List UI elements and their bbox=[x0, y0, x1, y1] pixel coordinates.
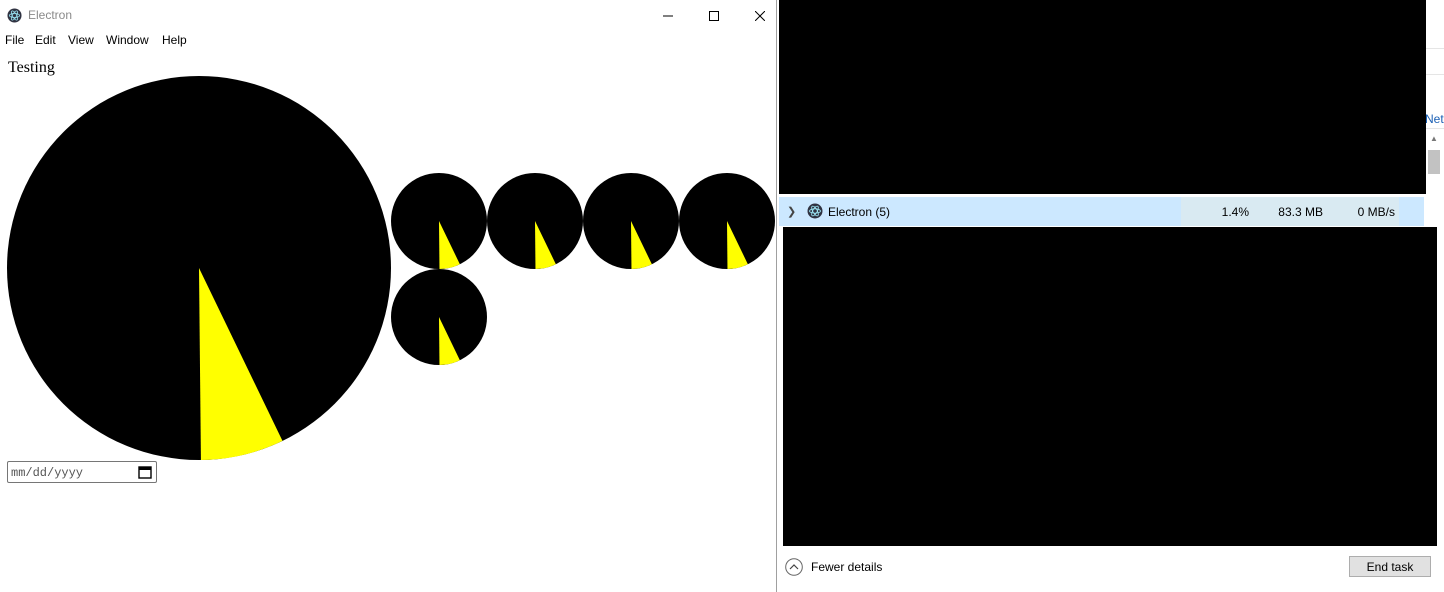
pie-chart-4 bbox=[583, 173, 679, 269]
pie-chart-6 bbox=[391, 269, 487, 365]
pie-canvas bbox=[7, 76, 775, 460]
process-row[interactable]: ❯ Electron (5) 1.4% 83.3 MB 0 MB/s bbox=[779, 197, 1424, 226]
task-manager-window: Net ▲ ❯ Electron (5) 1.4% 83.3 MB 0 MB/s… bbox=[776, 0, 1444, 592]
divider bbox=[1426, 128, 1444, 129]
electron-process-icon bbox=[807, 203, 823, 219]
calendar-icon[interactable] bbox=[138, 465, 152, 479]
divider bbox=[1426, 48, 1444, 49]
pie-chart-3 bbox=[487, 173, 583, 269]
process-cpu: 1.4% bbox=[1221, 205, 1249, 219]
pie-chart-2 bbox=[391, 173, 487, 269]
process-memory: 83.3 MB bbox=[1278, 205, 1323, 219]
process-name: Electron (5) bbox=[828, 205, 891, 219]
network-column-header[interactable]: Net bbox=[1425, 112, 1444, 126]
scroll-up-arrow-icon[interactable]: ▲ bbox=[1428, 134, 1440, 148]
redacted-region-top bbox=[779, 0, 1426, 194]
date-input[interactable]: mm/dd/yyyy bbox=[7, 461, 157, 483]
scrollbar-thumb[interactable] bbox=[1428, 150, 1440, 174]
process-disk: 0 MB/s bbox=[1357, 205, 1395, 219]
electron-window: Electron File Edit View Window Help Test… bbox=[0, 0, 776, 592]
fewer-details-link[interactable]: Fewer details bbox=[811, 560, 882, 574]
expand-chevron-icon[interactable]: ❯ bbox=[787, 205, 796, 218]
redacted-region-bottom bbox=[783, 227, 1437, 546]
task-manager-footer: Fewer details End task bbox=[777, 546, 1444, 592]
end-task-button[interactable]: End task bbox=[1349, 556, 1431, 577]
pie-chart-5 bbox=[679, 173, 775, 269]
divider bbox=[1426, 74, 1444, 75]
date-input-placeholder: mm/dd/yyyy bbox=[11, 466, 84, 480]
chevron-up-circle-icon[interactable] bbox=[785, 558, 803, 576]
pie-chart-1 bbox=[7, 76, 391, 460]
